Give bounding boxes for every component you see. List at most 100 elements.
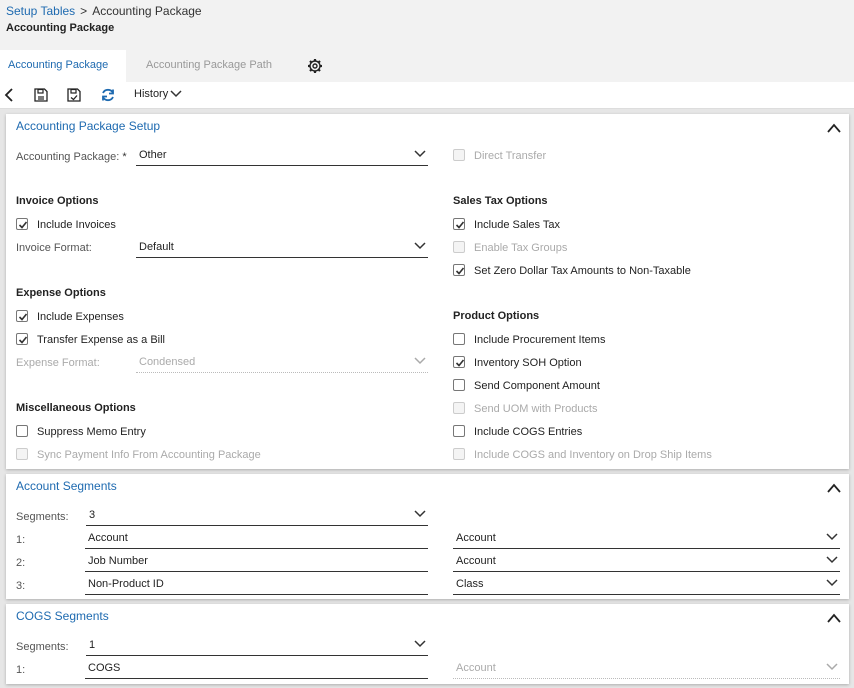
chevron-down-icon: [826, 556, 838, 564]
chevron-down-icon: [826, 663, 838, 671]
cogs-segment-type-select[interactable]: Account: [453, 659, 840, 679]
collapse-icon[interactable]: [827, 613, 841, 623]
cogs-drop-ship-label: Include COGS and Inventory on Drop Ship …: [474, 449, 712, 461]
include-procurement-label: Include Procurement Items: [474, 334, 606, 346]
segment-type-value: Account: [456, 555, 496, 567]
send-component-amount-label: Send Component Amount: [474, 380, 600, 392]
checkbox-box: [453, 218, 465, 230]
segment-number: 1:: [16, 664, 26, 676]
checkbox-box: [453, 333, 465, 345]
setup-panel-title: Accounting Package Setup: [16, 119, 161, 133]
segment-name-field[interactable]: Account: [85, 529, 428, 549]
tab-accounting-package-path[interactable]: Accounting Package Path: [138, 50, 280, 82]
include-expenses-label: Include Expenses: [37, 311, 124, 323]
segment-type-select[interactable]: Class: [453, 575, 840, 595]
inventory-soh-label: Inventory SOH Option: [474, 357, 582, 369]
checkbox-box: [16, 218, 28, 230]
checkbox-box: [16, 425, 28, 437]
invoice-format-select[interactable]: Default: [136, 238, 428, 258]
invoice-format-label: Invoice Format:: [16, 242, 92, 254]
checkbox-box: [453, 402, 465, 414]
checkbox-box: [453, 448, 465, 460]
refresh-icon[interactable]: [100, 87, 116, 103]
segment-number: 2:: [16, 557, 26, 569]
checkbox-box: [453, 149, 465, 161]
tab-accounting-package[interactable]: Accounting Package: [0, 50, 126, 82]
sales-tax-options-heading: Sales Tax Options: [453, 195, 548, 207]
misc-options-heading: Miscellaneous Options: [16, 402, 136, 414]
checkbox-box: [453, 264, 465, 276]
checkbox-box: [16, 333, 28, 345]
segment-name-field[interactable]: Non-Product ID: [85, 575, 428, 595]
sync-payment-label: Sync Payment Info From Accounting Packag…: [37, 449, 261, 461]
check-icon: [455, 220, 465, 230]
expense-format-select[interactable]: Condensed: [136, 353, 428, 373]
accounting-package-setup-panel: Accounting Package Setup Accounting Pack…: [6, 114, 849, 469]
cogs-segments-label: Segments:: [16, 641, 69, 653]
cogs-segments-count-value: 1: [89, 639, 96, 651]
segment-number: 3:: [16, 580, 26, 592]
collapse-icon[interactable]: [827, 123, 841, 133]
direct-transfer-label: Direct Transfer: [474, 150, 547, 162]
history-menu[interactable]: History: [134, 88, 182, 100]
check-icon: [455, 358, 465, 368]
invoice-format-value: Default: [139, 241, 174, 253]
segment-name-field[interactable]: Job Number: [85, 552, 428, 572]
account-segments-count-select[interactable]: 3: [86, 506, 428, 526]
segment-type-value: Account: [456, 532, 496, 544]
expense-format-label: Expense Format:: [16, 357, 100, 369]
breadcrumb-setup-tables-link[interactable]: Setup Tables: [6, 4, 75, 18]
page-title: Accounting Package: [6, 22, 115, 34]
checkbox-box: [453, 425, 465, 437]
cogs-segment-type-value: Account: [456, 662, 496, 674]
save-and-close-icon[interactable]: [66, 87, 82, 103]
invoice-options-heading: Invoice Options: [16, 195, 99, 207]
accounting-package-value: Other: [139, 149, 167, 161]
expense-format-value: Condensed: [139, 356, 196, 368]
accounting-package-label: Accounting Package: *: [16, 151, 127, 163]
chevron-down-icon: [170, 90, 182, 98]
cogs-segments-count-select[interactable]: 1: [86, 636, 428, 656]
expense-options-heading: Expense Options: [16, 287, 106, 299]
cogs-segments-title: COGS Segments: [16, 609, 109, 623]
account-segments-title: Account Segments: [16, 479, 117, 493]
include-cogs-label: Include COGS Entries: [474, 426, 583, 438]
required-mark: *: [122, 151, 127, 163]
segment-type-value: Class: [456, 578, 484, 590]
breadcrumb-current: Accounting Package: [92, 4, 202, 18]
accounting-package-select[interactable]: Other: [136, 146, 428, 166]
cogs-segments-panel: COGS Segments Segments: 1 1: COGS Accoun…: [6, 604, 849, 684]
check-icon: [18, 335, 28, 345]
zero-dollar-tax-label: Set Zero Dollar Tax Amounts to Non-Taxab…: [474, 265, 691, 277]
checkbox-box: [453, 241, 465, 253]
account-segments-panel: Account Segments Segments: 3 1: Account …: [6, 474, 849, 599]
history-label: History: [134, 88, 169, 100]
suppress-memo-label: Suppress Memo Entry: [37, 426, 146, 438]
segment-type-select[interactable]: Account: [453, 552, 840, 572]
include-invoices-label: Include Invoices: [37, 219, 116, 231]
segment-type-select[interactable]: Account: [453, 529, 840, 549]
save-icon[interactable]: [33, 87, 49, 103]
product-options-heading: Product Options: [453, 310, 540, 322]
accounting-package-label-text: Accounting Package:: [16, 151, 120, 163]
tab-bar: Accounting Package Accounting Package Pa…: [0, 50, 854, 82]
account-segments-count-value: 3: [89, 509, 96, 521]
chevron-down-icon: [414, 150, 426, 158]
chevron-down-icon: [414, 357, 426, 365]
checkbox-box: [453, 356, 465, 368]
check-icon: [18, 220, 28, 230]
toolbar: History: [0, 82, 854, 109]
segment-number: 1:: [16, 534, 26, 546]
chevron-down-icon: [826, 533, 838, 541]
gear-icon[interactable]: [307, 58, 323, 74]
include-sales-tax-label: Include Sales Tax: [474, 219, 561, 231]
chevron-down-icon: [414, 510, 426, 518]
chevron-down-icon: [414, 640, 426, 648]
back-icon[interactable]: [2, 87, 18, 103]
transfer-expense-bill-label: Transfer Expense as a Bill: [37, 334, 165, 346]
breadcrumb: Setup Tables > Accounting Package: [6, 4, 202, 18]
checkbox-box: [16, 448, 28, 460]
cogs-segment-name-field[interactable]: COGS: [85, 659, 428, 679]
collapse-icon[interactable]: [827, 483, 841, 493]
header: Setup Tables > Accounting Package Accounti…: [0, 0, 854, 50]
